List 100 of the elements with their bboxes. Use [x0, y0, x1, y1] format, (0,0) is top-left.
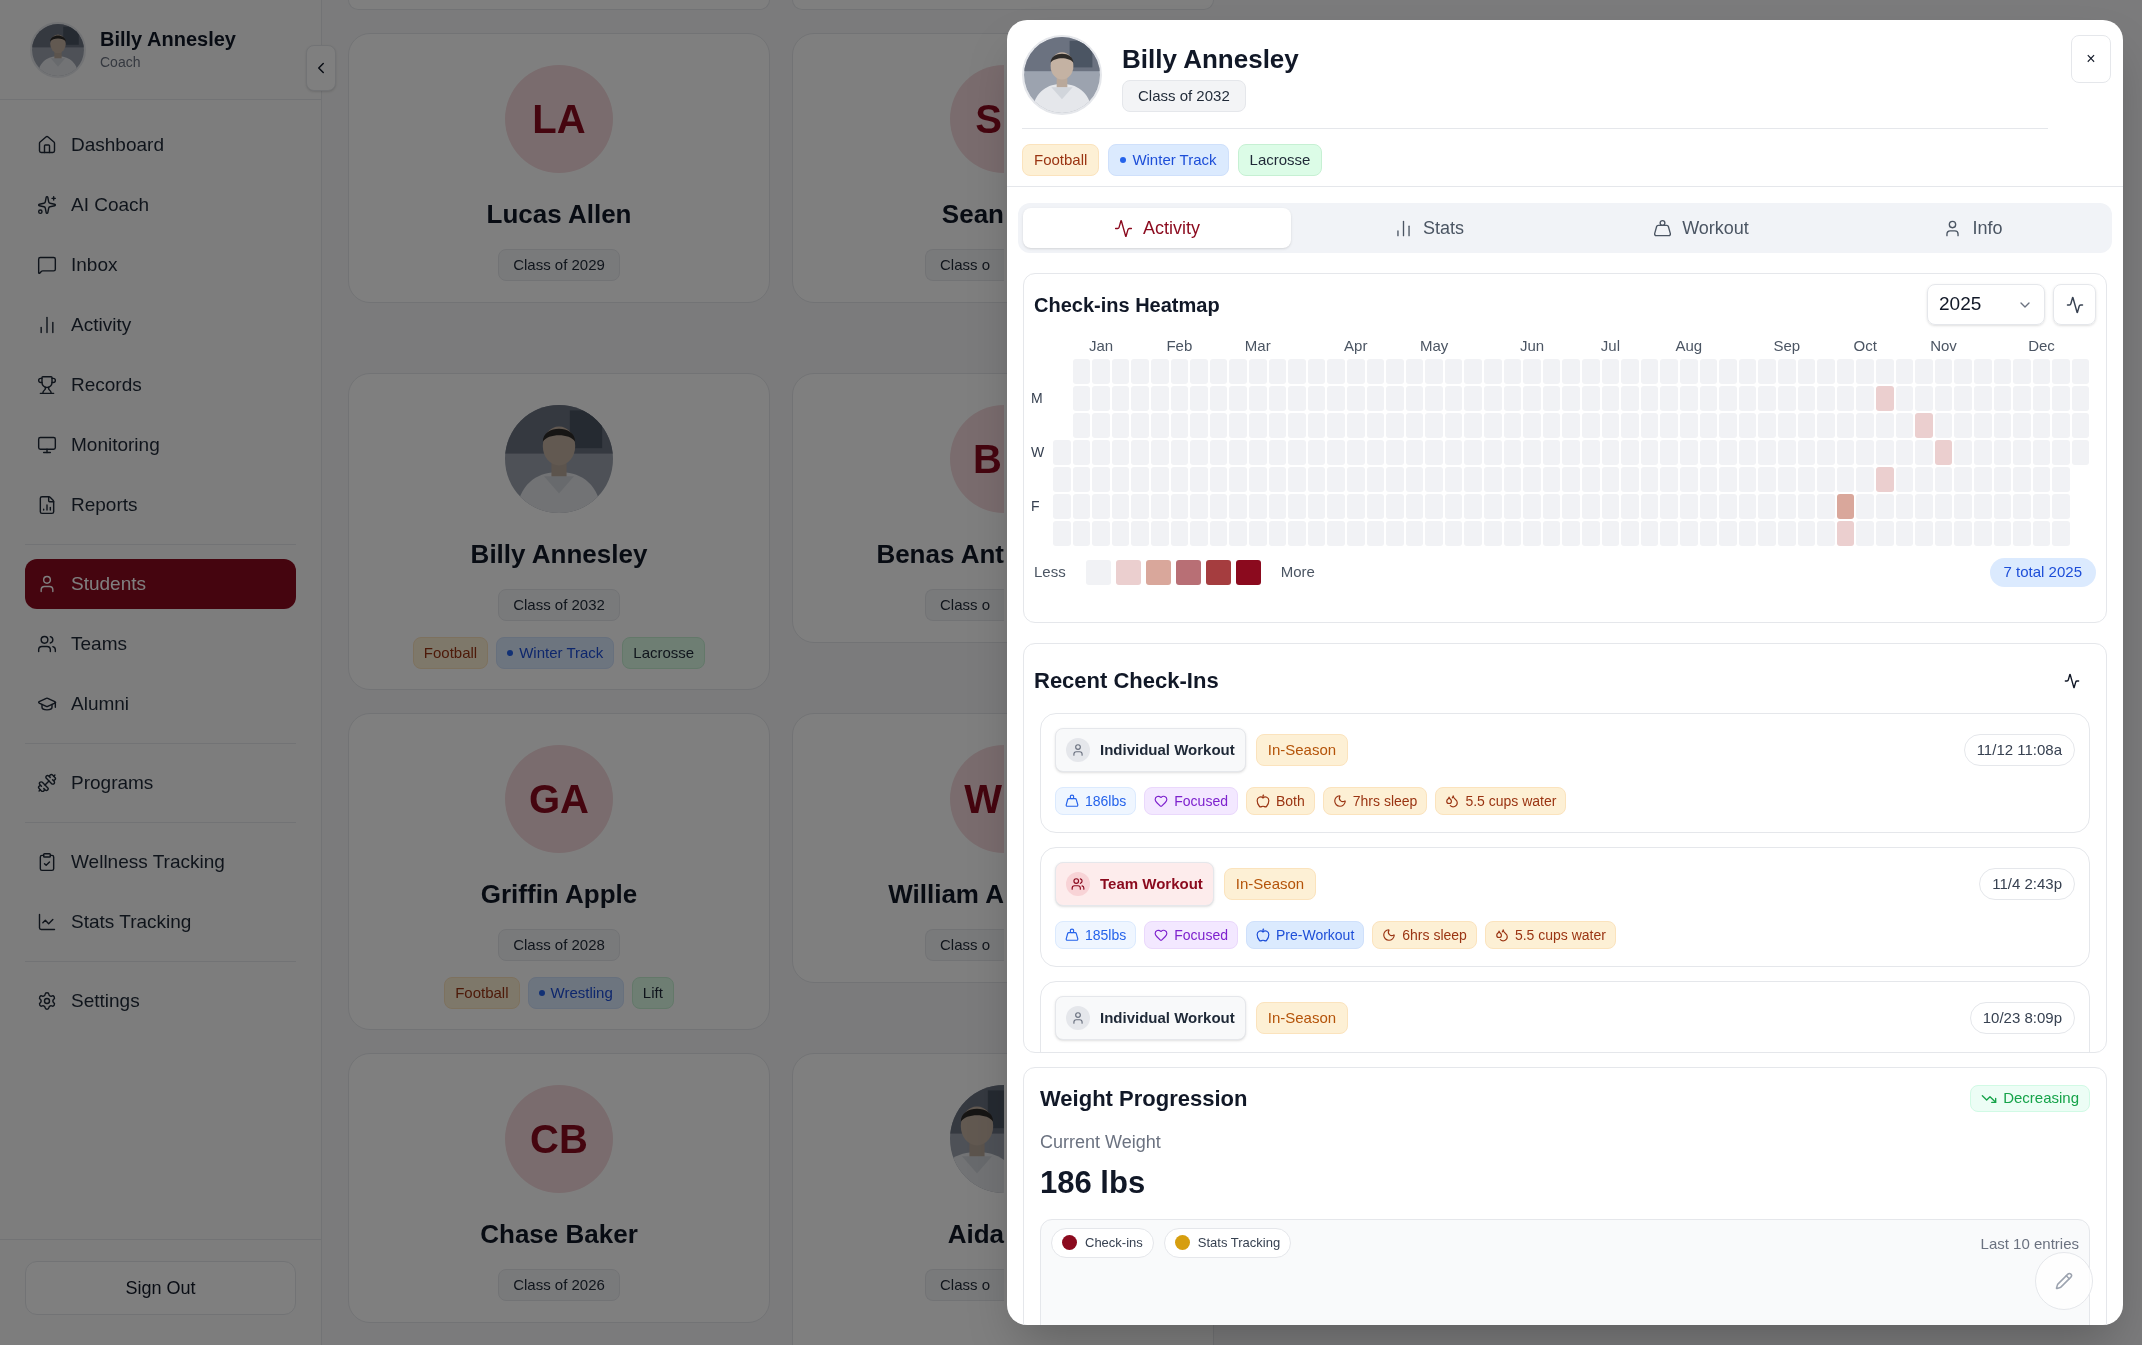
report-icon — [37, 495, 57, 515]
month-label: Jan — [1087, 336, 1115, 356]
student-name: Lucas Allen — [486, 198, 632, 231]
sparkles-icon — [37, 195, 57, 215]
tab[interactable]: Activity — [1023, 208, 1291, 248]
chart-toggle-button[interactable] — [2053, 284, 2096, 325]
weekday-label: W — [1031, 443, 1045, 462]
heatmap-cell — [1934, 440, 1953, 465]
nav-item[interactable]: AI Coach — [25, 180, 296, 230]
sport-tag: Lacrosse — [622, 637, 706, 669]
heart-icon — [1154, 928, 1169, 942]
phase-badge: In-Season — [1255, 734, 1349, 766]
nav-item[interactable]: Programs — [25, 758, 296, 808]
workout-type-badge: Individual Workout — [1055, 996, 1246, 1040]
metric-badge: 7hrs sleep — [1322, 787, 1428, 815]
weekday-label: F — [1031, 497, 1040, 516]
student-name: Chase Baker — [480, 1218, 638, 1251]
close-button[interactable]: × — [2071, 35, 2111, 83]
moon-icon — [1332, 794, 1347, 808]
student-name: Benas Ant — [876, 538, 1004, 571]
student-card[interactable]: GA Griffin Apple Class of 2028 Football Wrestling Lift — [348, 713, 770, 1030]
student-name: Griffin Apple — [480, 878, 638, 911]
tab[interactable]: Stats — [1295, 208, 1563, 248]
kettlebell-icon — [1065, 794, 1079, 808]
nav-item[interactable]: Activity — [25, 300, 296, 350]
metric-badge: Pre-Workout — [1245, 921, 1365, 949]
nav-item[interactable]: Records — [25, 360, 296, 410]
phase-badge: In-Season — [1223, 868, 1317, 900]
month-label: May — [1418, 336, 1450, 356]
sport-tag: Wrestling — [527, 977, 624, 1009]
tab[interactable]: Workout — [1567, 208, 1835, 248]
checkin-item[interactable]: Team Workout In-Season 11/4 2:43p 185lbs Focused Pre-Workout 6hrs sleep 5.5 cups water — [1040, 847, 2090, 967]
class-year: Class of 2028 — [498, 929, 620, 961]
month-label: Feb — [1165, 336, 1194, 356]
initials-avatar: GA — [505, 745, 613, 853]
checkin-item[interactable]: Individual Workout In-Season 11/12 11:08a 186lbs Focused Both 7hrs sleep 5.5 cups water — [1040, 713, 2090, 833]
legend-chip[interactable]: Stats Tracking — [1163, 1227, 1292, 1258]
tab[interactable]: Info — [1839, 208, 2107, 248]
people-icon — [1066, 872, 1090, 896]
heatmap-cell — [1875, 467, 1894, 492]
class-year: Class of 2032 — [498, 589, 620, 621]
sport-tag: Winter Track — [496, 637, 615, 669]
heatmap-cell — [1895, 467, 1914, 492]
nav-item[interactable]: Inbox — [25, 240, 296, 290]
class-year: Class of 2026 — [498, 1269, 620, 1301]
heatmap-cell — [1895, 386, 1914, 411]
sign-out-button[interactable]: Sign Out — [25, 1261, 296, 1315]
people-icon — [37, 634, 57, 654]
initials-avatar: B — [950, 405, 1004, 513]
initials-avatar: W — [950, 745, 1004, 853]
year-select[interactable]: 2025 — [1927, 284, 2045, 325]
trend-badge: Decreasing — [1970, 1085, 2090, 1112]
collapse-button[interactable] — [306, 45, 336, 91]
nav-item[interactable]: Dashboard — [25, 120, 296, 170]
nav-item[interactable]: Monitoring — [25, 420, 296, 470]
month-label: Aug — [1674, 336, 1704, 356]
student-name: William A — [888, 878, 1004, 911]
legend-swatch — [1115, 560, 1141, 585]
initials-avatar: S — [950, 65, 1004, 173]
month-label: Jun — [1518, 336, 1546, 356]
class-year: Class o — [924, 1269, 1004, 1301]
person-icon — [1066, 738, 1090, 762]
nav-item[interactable]: Stats Tracking — [25, 897, 296, 947]
sport-tag: Football — [1022, 144, 1100, 176]
metric-badge: 185lbs — [1055, 921, 1137, 949]
heatmap-cell — [1934, 413, 1953, 438]
nav-item[interactable]: Reports — [25, 480, 296, 530]
pencil-icon — [2055, 1271, 2073, 1290]
nav-item[interactable]: Students — [25, 559, 296, 609]
user-role: Coach — [100, 53, 142, 72]
metric-badge: Focused — [1144, 921, 1238, 949]
range-label: Last 10 entries — [1980, 1233, 2079, 1254]
nav-item[interactable]: Alumni — [25, 679, 296, 729]
heatmap-cell — [1875, 386, 1894, 411]
class-year: Class of 2032 — [1122, 80, 1246, 112]
workout-type-badge: Individual Workout — [1055, 728, 1246, 772]
class-year: Class o — [924, 589, 1004, 621]
person-icon — [37, 574, 57, 594]
nav-item[interactable]: Wellness Tracking — [25, 837, 296, 887]
house-icon — [37, 135, 57, 155]
chat-bubble-icon — [37, 255, 57, 275]
student-card[interactable]: Billy Annesley Class of 2032 Football Winter Track Lacrosse — [348, 373, 770, 690]
heart-icon — [1154, 794, 1169, 808]
month-label: Jul — [1599, 336, 1621, 356]
field-label: Current Weight — [1040, 1131, 1162, 1154]
bar-chart-icon — [1394, 218, 1413, 238]
total-badge: 7 total 2025 — [1989, 558, 2096, 587]
student-card[interactable]: LA Lucas Allen Class of 2029 — [348, 33, 770, 303]
clipboard-check-icon — [37, 852, 57, 872]
trophy-icon — [37, 375, 57, 395]
student-name: Sean — [941, 198, 1004, 231]
legend-chip[interactable]: Check-ins — [1051, 1227, 1154, 1258]
dumbbell-icon — [37, 773, 57, 793]
nav-item[interactable]: Teams — [25, 619, 296, 669]
settings-icon — [37, 991, 57, 1011]
workout-type-badge: Team Workout — [1055, 862, 1214, 906]
nav-item[interactable]: Settings — [25, 976, 296, 1026]
sport-tag: Lacrosse — [1237, 144, 1323, 176]
student-card[interactable]: CB Chase Baker Class of 2026 — [348, 1053, 770, 1323]
heatmap-cell — [1915, 413, 1933, 438]
